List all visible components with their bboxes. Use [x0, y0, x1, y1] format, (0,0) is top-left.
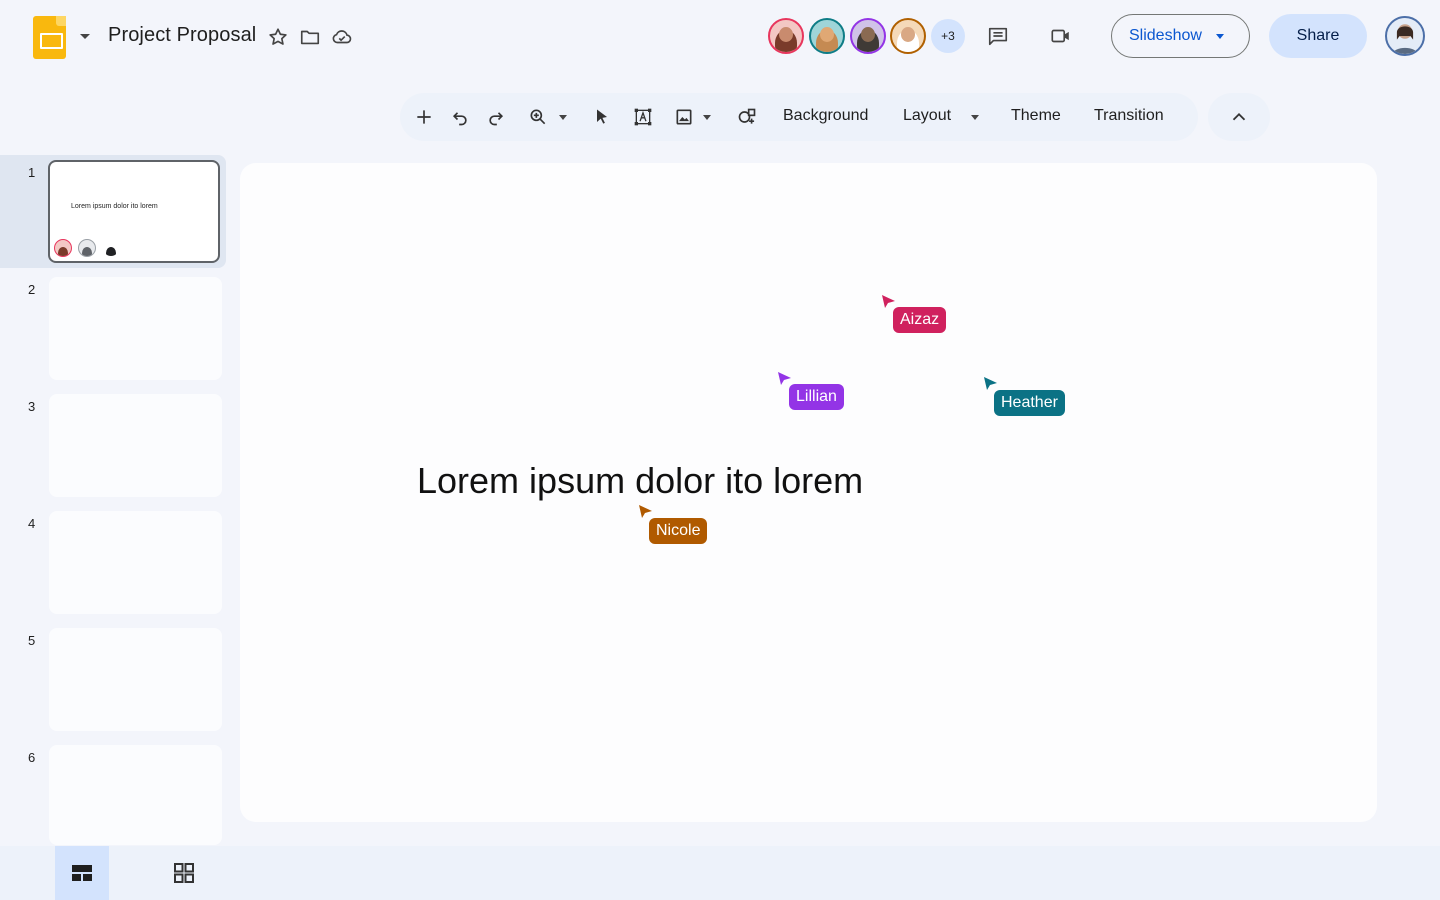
add-icon[interactable]: [414, 105, 434, 129]
slideshow-label: Slideshow: [1129, 27, 1202, 44]
cursor-label: Lillian: [789, 384, 844, 410]
star-icon[interactable]: [266, 25, 290, 49]
collaborator-avatar: [102, 239, 120, 257]
select-icon[interactable]: [592, 105, 612, 129]
slide-title-text[interactable]: Lorem ipsum dolor ito lorem: [417, 460, 863, 502]
slide-thumbnail[interactable]: [49, 394, 222, 497]
slide-canvas[interactable]: Lorem ipsum dolor ito lorem Aizaz Lillia…: [240, 163, 1377, 822]
user-avatar[interactable]: [1385, 16, 1425, 56]
slide-number: 4: [28, 516, 36, 531]
layout-button[interactable]: Layout: [903, 107, 951, 125]
more-collaborators-badge[interactable]: +3: [931, 19, 965, 53]
document-title[interactable]: Project Proposal: [108, 24, 256, 47]
slide-thumbnail[interactable]: [49, 511, 222, 614]
text-box-icon[interactable]: [632, 105, 654, 129]
collaborator-avatar[interactable]: [890, 18, 926, 54]
slide-thumbnail[interactable]: [49, 745, 222, 845]
header: Project Proposal +3 Slideshow Share: [0, 0, 1440, 76]
collaborator-cursor-icon: [984, 377, 998, 391]
view-switcher-bar: [0, 846, 1440, 900]
slide-number: 5: [28, 633, 36, 648]
comment-icon[interactable]: [986, 24, 1010, 48]
cursor-label: Nicole: [649, 518, 708, 544]
collaborator-avatar: [54, 239, 72, 257]
collaborator-avatar[interactable]: [768, 18, 804, 54]
collaborator-avatar[interactable]: [809, 18, 845, 54]
filmstrip-view-icon: [72, 865, 92, 881]
chevron-down-icon[interactable]: [701, 105, 713, 129]
slide-thumbnail[interactable]: [49, 277, 222, 380]
undo-icon[interactable]: [450, 105, 470, 129]
zoom-icon[interactable]: [528, 105, 548, 129]
cursor-label: Aizaz: [893, 307, 947, 333]
slide-thumbnail[interactable]: Lorem ipsum dolor ito lorem: [48, 160, 220, 263]
editing-toolbar: Background Layout Theme Transition: [400, 93, 1198, 141]
thumbnail-text: Lorem ipsum dolor ito lorem: [71, 203, 158, 210]
collaborator-avatar: [78, 239, 96, 257]
collapse-toolbar-button[interactable]: [1208, 93, 1270, 141]
slide-number: 3: [28, 399, 36, 414]
slide-number: 6: [28, 750, 36, 765]
grid-view-button[interactable]: [157, 846, 211, 900]
grid-view-icon: [174, 863, 194, 883]
shape-icon[interactable]: [736, 105, 758, 129]
theme-button[interactable]: Theme: [1011, 107, 1061, 125]
collaborator-cursor-icon: [639, 505, 653, 519]
slideshow-button[interactable]: Slideshow: [1111, 14, 1250, 58]
slide-number: 1: [28, 165, 36, 180]
cloud-saved-icon[interactable]: [330, 25, 354, 49]
collaborator-cursor-icon: [882, 295, 896, 309]
cursor-label: Heather: [994, 390, 1065, 416]
chevron-down-icon[interactable]: [80, 34, 90, 39]
chevron-down-icon[interactable]: [557, 105, 569, 129]
redo-icon[interactable]: [486, 105, 506, 129]
slide-number: 2: [28, 282, 36, 297]
collaborator-cursor-icon: [778, 372, 792, 386]
slide-thumbnail[interactable]: [49, 628, 222, 731]
folder-icon[interactable]: [298, 25, 322, 49]
slide-filmstrip: 1 Lorem ipsum dolor ito lorem 2 3 4 5 6: [0, 155, 230, 845]
share-button[interactable]: Share: [1269, 14, 1367, 58]
filmstrip-view-button[interactable]: [55, 846, 109, 900]
background-button[interactable]: Background: [783, 107, 868, 125]
chevron-up-icon: [1232, 112, 1246, 121]
slides-logo-icon[interactable]: [33, 16, 66, 59]
video-camera-icon[interactable]: [1049, 24, 1073, 48]
chevron-down-icon[interactable]: [1215, 33, 1224, 39]
collaborator-avatar[interactable]: [850, 18, 886, 54]
image-icon[interactable]: [674, 105, 694, 129]
transition-button[interactable]: Transition: [1094, 107, 1164, 125]
chevron-down-icon[interactable]: [969, 105, 981, 129]
